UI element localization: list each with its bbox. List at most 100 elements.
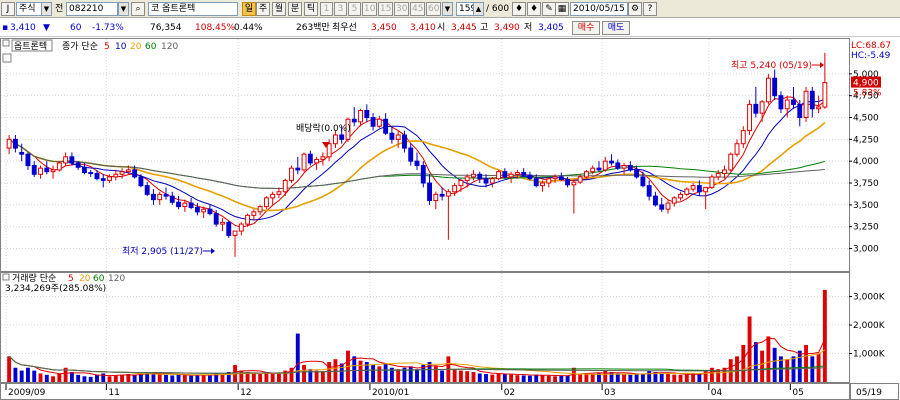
volume-bar [120, 374, 125, 382]
candle-body [376, 118, 382, 127]
candle-body [50, 169, 56, 173]
sell-button[interactable]: 매도 [602, 21, 630, 35]
open-label: 시 [437, 23, 446, 33]
stock-name-field[interactable]: 코 옵트론텍 [148, 2, 238, 16]
lc-label: LC:68.67 [851, 41, 891, 51]
candle-body [803, 90, 809, 119]
interval-45-button[interactable]: 45 [410, 2, 425, 16]
candle-body [81, 166, 87, 174]
help-icon[interactable]: ? [643, 2, 657, 16]
low-price: 3,405 [538, 23, 564, 33]
best-quote-label: 최우선 [332, 23, 357, 33]
volume-bar [339, 363, 344, 382]
interval-15-button[interactable]: 15 [378, 2, 393, 16]
volume-bar [164, 374, 168, 382]
volume-bar [308, 369, 313, 382]
volume-bar [358, 360, 363, 382]
volume-bar [647, 370, 652, 382]
date-input[interactable]: 2010/05/15 [570, 2, 628, 16]
volume-axis-ticks: 3,000K 2,000K 1,000K [849, 293, 886, 360]
interval-30-button[interactable]: 30 [394, 2, 409, 16]
volume-bar [797, 350, 802, 382]
interval-3-button[interactable]: 3 [334, 2, 347, 16]
ma-120-label: 120 [161, 42, 178, 52]
candle-body [169, 195, 175, 203]
candle-body [665, 202, 671, 210]
stock-code-input[interactable]: 082210 [66, 2, 118, 16]
vol-ma-60-label: 60 [93, 274, 105, 284]
candle-body [295, 167, 301, 171]
code-dropdown-arrow[interactable]: ▼ [118, 2, 129, 16]
volume-bar [176, 374, 181, 382]
candle-body [339, 134, 345, 140]
count-spinner[interactable]: ▲ [473, 2, 484, 16]
candle-body [395, 134, 401, 140]
volume-bar [471, 372, 476, 382]
vol-ma-20-label: 20 [79, 274, 91, 284]
volume-bar [515, 375, 520, 382]
interval-10-button[interactable]: 10 [362, 2, 377, 16]
volume-bar [26, 367, 30, 382]
price-tick-label: 4,250 [853, 135, 879, 145]
volume-bar [220, 374, 225, 382]
volume-bar [95, 374, 99, 382]
candle-body [552, 176, 558, 180]
period-monthly-button[interactable]: 월 [272, 2, 286, 16]
candle-body [307, 153, 313, 164]
candle-body [19, 151, 25, 155]
candle-body [63, 156, 69, 164]
x-axis-end-label: 05/19 [856, 388, 882, 398]
calendar-icon[interactable]: ▦ [555, 2, 569, 16]
chart-type-icon[interactable]: J [1, 2, 15, 16]
candle-body [31, 165, 37, 175]
volume-bar [509, 374, 514, 382]
interval-dropdown-arrow[interactable]: ▼ [442, 2, 453, 16]
interval-5-button[interactable]: 5 [348, 2, 361, 16]
settings-icon[interactable]: ⚙ [628, 2, 642, 16]
candle-body [132, 169, 138, 178]
interval-60-button[interactable]: 60 [426, 2, 441, 16]
candle-body [640, 176, 646, 187]
period-daily-button[interactable]: 일 [242, 2, 256, 16]
market-dropdown-arrow[interactable]: ▼ [41, 2, 52, 16]
candle-body [188, 202, 194, 208]
volume-bar [19, 370, 24, 382]
bull-icon[interactable]: ♦ [512, 2, 526, 16]
volume-bar [590, 374, 595, 382]
bear-icon[interactable]: ♦ [527, 2, 541, 16]
volume-bar [741, 344, 746, 382]
candle-body [502, 171, 508, 178]
candle-body [489, 178, 495, 184]
tool-icon[interactable]: ✎ [542, 2, 556, 16]
volume-bar [490, 374, 495, 382]
candle-body [226, 221, 232, 236]
candle-body [88, 172, 94, 175]
candlestick-chart[interactable]: 3,0003,2503,5003,7504,0004,2504,5004,750… [0, 38, 900, 400]
candle-body [696, 185, 702, 193]
open-price: 3,445 [451, 23, 477, 33]
candle-body [514, 172, 520, 175]
candle-body [634, 169, 640, 178]
candle-body [245, 214, 251, 225]
candle-body [590, 167, 596, 173]
candle-body [257, 206, 263, 213]
volume-bar [182, 375, 187, 382]
price-down-icon: ▪ [2, 23, 9, 33]
search-icon[interactable]: ⌕ [131, 2, 145, 16]
ma-60-label: 60 [145, 42, 157, 52]
candle-body [351, 118, 357, 123]
period-minute-button[interactable]: 분 [288, 2, 302, 16]
period-weekly-button[interactable]: 주 [256, 2, 270, 16]
volume-bar [691, 373, 696, 382]
period-tick-button[interactable]: 틱 [304, 2, 318, 16]
volume-bar [170, 375, 175, 382]
high-price: 3,490 [494, 23, 520, 33]
buy-button[interactable]: 매수 [572, 21, 600, 35]
candle-body [521, 172, 527, 176]
interval-1-button[interactable]: 1 [320, 2, 333, 16]
volume-bar [295, 333, 300, 382]
price-tick-label: 3,750 [853, 179, 879, 189]
volume-bar [540, 375, 545, 382]
volume-bar [753, 342, 758, 382]
volume-bar [82, 376, 87, 382]
